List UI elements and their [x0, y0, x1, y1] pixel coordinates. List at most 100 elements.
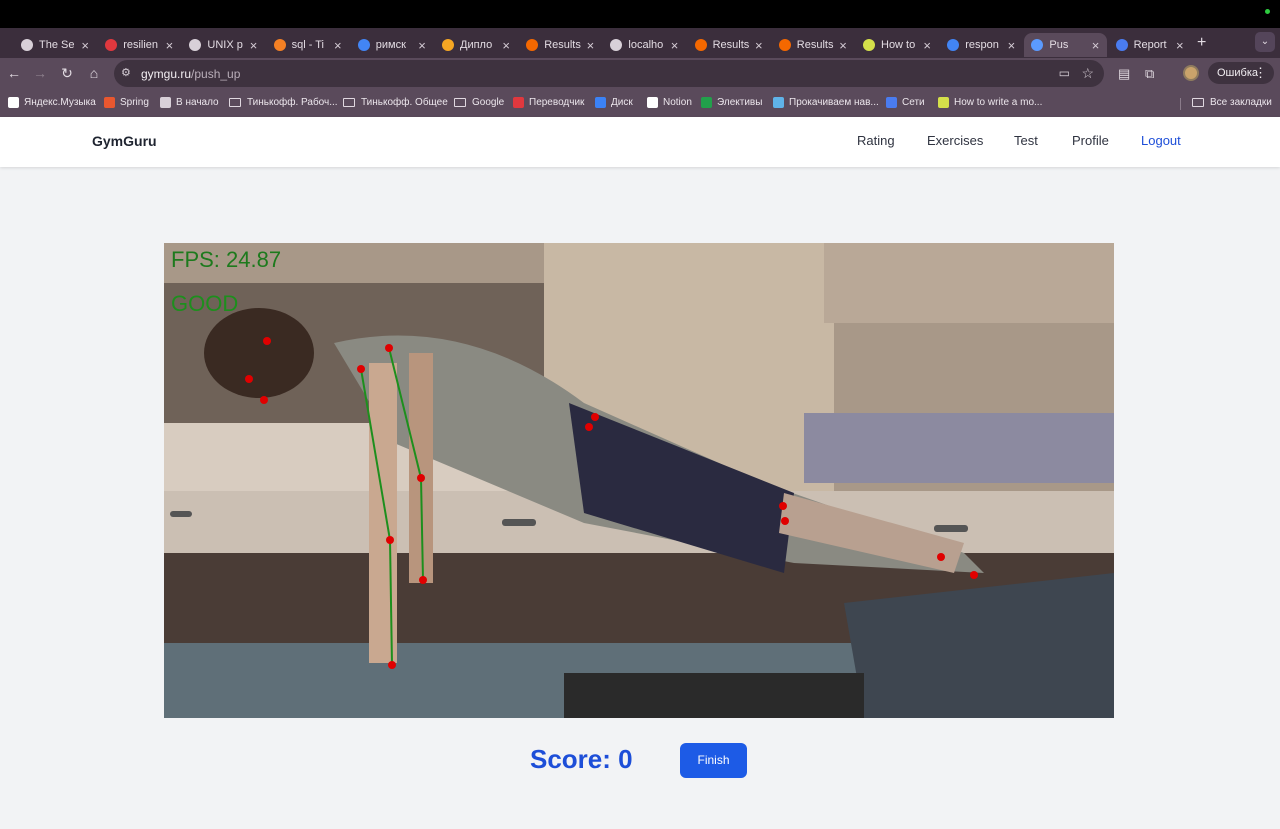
close-icon[interactable]: × — [247, 38, 261, 53]
tab-label: римск — [375, 39, 406, 51]
nav-test[interactable]: Test — [1014, 133, 1038, 148]
bookmark-icon — [863, 39, 875, 51]
keypoint — [419, 576, 427, 584]
home-button[interactable]: ⌂ — [85, 65, 103, 81]
app-navbar: GymGuru Rating Exercises Test Profile Lo… — [0, 117, 1280, 167]
profile-avatar[interactable] — [1183, 65, 1199, 81]
tab-10[interactable]: How to × — [856, 33, 938, 57]
tab-label: How to — [881, 39, 916, 51]
keypoint — [781, 517, 789, 525]
bookmark-1[interactable]: Spring — [104, 97, 149, 108]
bookmark-label: Прокачиваем нав... — [789, 97, 879, 108]
close-icon[interactable]: × — [1004, 38, 1018, 53]
close-icon[interactable]: × — [1089, 38, 1103, 53]
keypoint — [970, 571, 978, 579]
bookmark-8[interactable]: Notion — [647, 97, 692, 108]
tab-1[interactable]: resilien × — [98, 33, 180, 57]
error-label: Ошибка — [1217, 67, 1258, 79]
close-icon[interactable]: × — [162, 38, 176, 53]
reload-button[interactable]: ↻ — [58, 65, 76, 82]
camera-icon[interactable]: ▭ — [1059, 66, 1070, 80]
bookmark-label: How to write a mo... — [954, 97, 1043, 108]
close-icon[interactable]: × — [1173, 38, 1187, 53]
bookmark-6[interactable]: Переводчик — [513, 97, 584, 108]
app-icon — [1031, 39, 1044, 51]
tab-label: resilien — [123, 39, 159, 51]
bookmark-11[interactable]: Сети — [886, 97, 925, 108]
nav-rating[interactable]: Rating — [857, 133, 895, 148]
bookmark-2[interactable]: В начало — [160, 97, 219, 108]
bookmark-0[interactable]: Яндекс.Музыка — [8, 97, 96, 108]
brand-logo[interactable]: GymGuru — [92, 133, 157, 149]
tab-0[interactable]: The Se × — [14, 33, 96, 57]
close-icon[interactable]: × — [668, 38, 682, 53]
tab-3[interactable]: sql - Ti × — [267, 33, 349, 57]
bookmark-5[interactable]: Google — [454, 97, 504, 108]
tab-9[interactable]: Results × — [772, 33, 854, 57]
github-icon — [189, 39, 202, 51]
close-icon[interactable]: × — [331, 38, 345, 53]
keypoint — [779, 502, 787, 510]
tab-2[interactable]: UNIX p × — [182, 33, 264, 57]
stackoverflow-icon — [273, 39, 286, 51]
nav-exercises[interactable]: Exercises — [927, 133, 983, 148]
close-icon[interactable]: × — [415, 38, 429, 53]
address-bar[interactable]: ⚙ gymgu.ru/push_up ▭ ☆ — [114, 60, 1104, 87]
close-icon[interactable]: × — [920, 38, 934, 53]
extensions-icon[interactable]: ⧉ — [1145, 66, 1154, 82]
globe-icon — [610, 39, 623, 51]
bookmark-10[interactable]: Прокачиваем нав... — [773, 97, 879, 108]
tab-4[interactable]: римск × — [351, 33, 433, 57]
reading-list-icon[interactable]: ▤ — [1118, 66, 1130, 82]
tab-7[interactable]: localho × — [603, 33, 685, 57]
back-button[interactable]: ← — [5, 65, 23, 81]
close-icon[interactable]: × — [752, 38, 766, 53]
keypoint — [357, 365, 365, 373]
site-info-icon[interactable]: ⚙ — [121, 66, 131, 79]
close-icon[interactable]: × — [499, 38, 513, 53]
nav-profile[interactable]: Profile — [1072, 133, 1109, 148]
close-icon[interactable]: × — [836, 38, 850, 53]
close-icon[interactable]: × — [583, 38, 597, 53]
bookmark-3[interactable]: Тинькофф. Рабоч... — [229, 97, 338, 108]
folder-icon — [343, 98, 355, 107]
bookmark-label: Тинькофф. Рабоч... — [247, 97, 338, 108]
tab-label: Report — [1133, 39, 1167, 51]
all-bookmarks[interactable]: Все закладки — [1192, 97, 1272, 108]
tab-8[interactable]: Results × — [688, 33, 770, 57]
bookmark-9[interactable]: Элективы — [701, 97, 762, 108]
drawer-handle — [934, 525, 968, 532]
bookmark-label: Тинькофф. Общее — [361, 97, 448, 108]
tab-13[interactable]: Report × — [1109, 33, 1191, 57]
tab-5[interactable]: Дипло × — [435, 33, 517, 57]
score-display: Score: 0 — [530, 744, 633, 774]
tab-12[interactable]: Pus × — [1024, 33, 1107, 57]
bookmark-icon — [647, 97, 658, 108]
tab-label: Results — [796, 39, 834, 51]
more-menu-icon[interactable]: ⋮ — [1254, 62, 1267, 84]
tab-11[interactable]: respon × — [940, 33, 1022, 57]
bookmark-icon — [701, 97, 712, 108]
nav-logout[interactable]: Logout — [1141, 133, 1181, 148]
finish-button[interactable]: Finish — [680, 743, 747, 778]
url-path: /push_up — [191, 67, 241, 81]
tab-strip: The Se × resilien × UNIX p × sql - Ti × римск × Ди… — [0, 28, 1280, 58]
folder-icon — [1192, 98, 1204, 107]
new-tab-button[interactable]: + — [1197, 34, 1206, 52]
address-text[interactable]: gymgu.ru/push_up — [141, 67, 240, 81]
close-icon[interactable]: × — [78, 38, 92, 53]
bookmark-4[interactable]: Тинькофф. Общее — [343, 97, 448, 108]
openai-icon — [21, 39, 33, 51]
bookmark-star-icon[interactable]: ☆ — [1081, 65, 1094, 82]
keypoint — [585, 423, 593, 431]
bookmark-12[interactable]: How to write a mo... — [938, 97, 1042, 108]
keypoint — [260, 396, 268, 404]
error-button[interactable]: Ошибка ⋮ — [1208, 62, 1274, 84]
tab-search-button[interactable]: ⌄ — [1255, 32, 1275, 52]
tab-6[interactable]: Results × — [519, 33, 601, 57]
grafana-icon — [778, 39, 791, 51]
forward-button[interactable]: → — [31, 65, 49, 81]
browser-chrome: The Se × resilien × UNIX p × sql - Ti × римск × Ди… — [0, 28, 1280, 117]
angular-icon — [105, 39, 118, 51]
bookmark-7[interactable]: Диск — [595, 97, 633, 108]
